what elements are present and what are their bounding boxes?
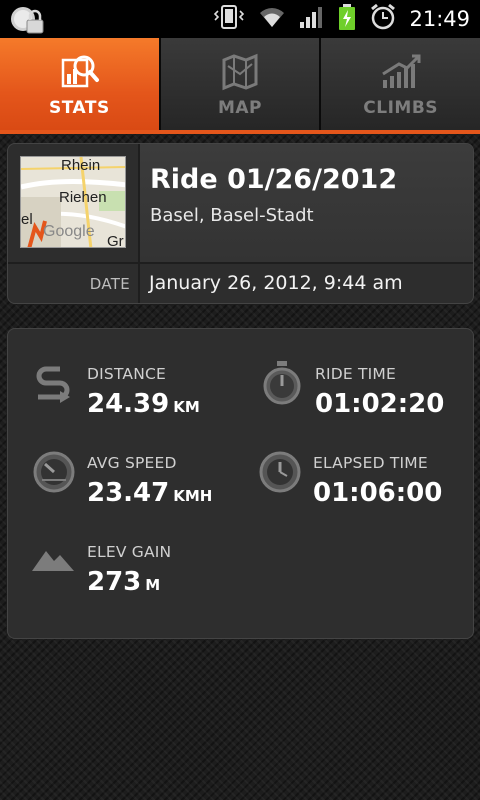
signal-icon	[299, 4, 325, 34]
map-label: Rhein	[61, 157, 101, 174]
stat-unit: KMH	[173, 487, 213, 505]
stat-value: 24.39 KM	[87, 389, 200, 419]
vibrate-icon	[213, 3, 245, 35]
ride-header: Ride 01/26/2012 Basel, Basel-Stadt	[140, 144, 473, 262]
tab-stats[interactable]: STATS	[0, 38, 161, 130]
stats-icon	[57, 52, 101, 92]
map-attribution: Google	[43, 223, 95, 240]
stat-label: DISTANCE	[87, 365, 167, 383]
ride-location: Basel, Basel-Stadt	[150, 205, 314, 226]
stat-label: AVG SPEED	[87, 454, 177, 472]
mountain-icon	[32, 539, 76, 583]
lock-icon	[10, 5, 46, 39]
stat-elev-gain: ELEV GAIN 273 M	[32, 539, 242, 609]
stat-value: 01:02:20	[315, 389, 445, 419]
date-value: January 26, 2012, 9:44 am	[149, 272, 403, 294]
tab-indicator	[0, 130, 480, 134]
stat-label: ELAPSED TIME	[313, 454, 428, 472]
tab-map[interactable]: MAP	[160, 38, 322, 130]
clock-icon	[259, 450, 303, 494]
map-thumbnail[interactable]: Rhein Riehen Google Gr el	[20, 156, 126, 248]
stat-value: 23.47 KMH	[87, 478, 212, 508]
stat-value: 273 M	[87, 567, 160, 597]
ride-title: Ride 01/26/2012	[150, 164, 398, 195]
stat-avg-speed: AVG SPEED 23.47 KMH	[32, 450, 242, 520]
map-label: Riehen	[59, 189, 107, 206]
climbs-icon	[379, 52, 423, 92]
stat-unit: KM	[173, 398, 200, 416]
stat-elapsed-time: ELAPSED TIME 01:06:00	[259, 450, 471, 520]
map-label: el	[21, 211, 33, 228]
divider	[138, 264, 140, 303]
stat-label: ELEV GAIN	[87, 543, 172, 561]
stat-label: RIDE TIME	[315, 365, 397, 383]
stopwatch-icon	[261, 361, 305, 405]
stat-unit: M	[145, 576, 161, 594]
map-label: Gr	[107, 233, 124, 248]
speedometer-icon	[32, 450, 76, 494]
map-icon	[220, 52, 260, 92]
status-bar: 21:49	[0, 0, 480, 38]
tab-bar: STATS MAP CLIMBS	[0, 38, 480, 132]
date-row: DATE January 26, 2012, 9:44 am	[8, 264, 473, 303]
tab-label: CLIMBS	[363, 98, 439, 118]
tab-climbs[interactable]: CLIMBS	[321, 38, 480, 130]
stat-distance: DISTANCE 24.39 KM	[32, 361, 232, 431]
tab-label: MAP	[217, 98, 263, 118]
battery-charging-icon	[337, 3, 357, 35]
stat-number: 273	[87, 567, 142, 597]
stat-number: 23.47	[87, 478, 170, 508]
stat-ride-time: RIDE TIME 01:02:20	[261, 361, 471, 431]
date-label: DATE	[89, 275, 130, 293]
wifi-icon	[257, 4, 287, 34]
stat-number: 24.39	[87, 389, 170, 419]
distance-icon	[32, 361, 76, 405]
stat-value: 01:06:00	[313, 478, 443, 508]
tab-label: STATS	[48, 98, 110, 118]
alarm-icon	[369, 3, 397, 35]
stats-card: DISTANCE 24.39 KM RIDE TIME 01:02:20 AVG …	[7, 328, 474, 639]
clock-time: 21:49	[409, 7, 470, 31]
ride-summary-card[interactable]: Rhein Riehen Google Gr el Ride 01/26/201…	[7, 143, 474, 304]
